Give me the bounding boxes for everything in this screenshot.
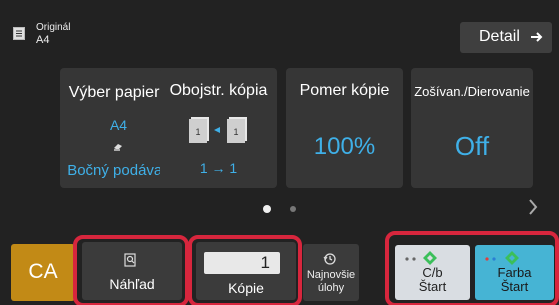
recent-jobs-button[interactable]: Najnovšie úlohy <box>303 244 359 301</box>
history-clock-icon <box>323 253 336 265</box>
diamond-start-icon <box>423 251 437 265</box>
duplex-tile[interactable]: Obojstr. kópia 1 1 1 → 1 <box>160 68 277 188</box>
chevron-right-icon[interactable] <box>527 197 539 217</box>
bw-start-label: C/b Štart <box>418 265 447 294</box>
color-start-label: Farba Štart <box>497 265 532 294</box>
copies-input[interactable]: 1 <box>204 252 280 274</box>
original-title: Originál <box>36 22 71 33</box>
svg-text:1: 1 <box>233 127 238 137</box>
copies-value: 1 <box>260 253 270 272</box>
preview-label: Náhľad <box>109 276 155 292</box>
staple-punch-value: Off <box>454 131 490 161</box>
copy-ratio-title: Pomer kópie <box>299 82 390 99</box>
copy-ratio-tile[interactable]: Pomer kópie 100% <box>286 68 403 188</box>
detail-label: Detail <box>479 28 520 45</box>
staple-punch-tile[interactable]: Zošívan./Dierovanie Off <box>411 68 533 188</box>
svg-text:1: 1 <box>195 127 200 137</box>
diamond-start-icon <box>505 251 519 265</box>
color-indicator-icon <box>485 257 496 261</box>
page-indicator-inactive[interactable] <box>290 206 296 212</box>
bw-start-button[interactable]: C/b Štart <box>395 245 470 300</box>
bypass-tray-icon <box>114 144 122 151</box>
recent-jobs-label: Najnovšie úlohy <box>306 269 356 294</box>
bw-indicator-icon <box>405 257 416 261</box>
copy-ratio-value: 100% <box>313 133 376 160</box>
duplex-value: 1 → 1 <box>199 160 238 176</box>
document-icon <box>13 27 25 40</box>
copies-button[interactable]: 1 Kópie <box>196 242 296 300</box>
clear-all-label: CA <box>28 260 58 283</box>
preview-button[interactable]: Náhľad <box>82 242 182 300</box>
staple-punch-title: Zošívan./Dierovanie <box>414 84 530 99</box>
detail-button[interactable]: Detail <box>460 22 552 53</box>
duplex-title: Obojstr. kópia <box>169 82 268 99</box>
magnifier-document-icon <box>124 253 136 267</box>
duplex-pages-icon: 1 1 <box>189 117 247 143</box>
original-size: A4 <box>36 34 50 46</box>
clear-all-button[interactable]: CA <box>11 244 75 301</box>
copies-label: Kópie <box>228 280 264 296</box>
page-indicator-active[interactable] <box>263 205 271 213</box>
color-start-button[interactable]: Farba Štart <box>475 245 554 300</box>
arrow-right-icon <box>531 32 543 42</box>
copy-screen: Originál A4 Detail Výber papiera A4 Bočn… <box>0 0 559 305</box>
